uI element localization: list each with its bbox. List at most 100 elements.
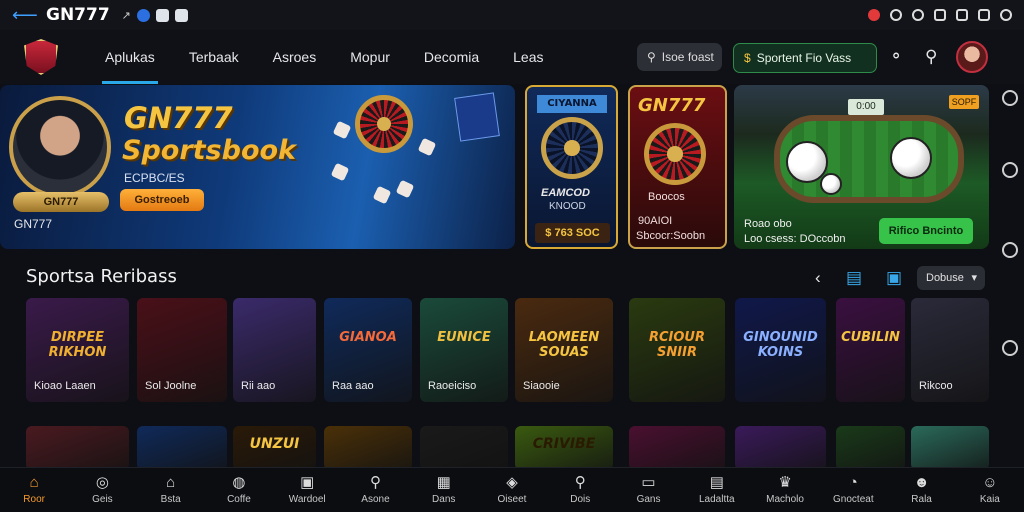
bottom-nav-label: Roor xyxy=(23,494,45,505)
bottom-nav-label: Coffe xyxy=(227,494,251,505)
bottom-nav-item-gnocteat[interactable]: ◔ Gnocteat xyxy=(819,468,887,512)
search-button[interactable]: ⚲ Isoe foast xyxy=(637,43,722,71)
avatar[interactable] xyxy=(956,41,988,73)
game-card[interactable]: EUNICE Raoeiciso xyxy=(420,298,508,402)
bottom-nav-item-coffe[interactable]: ◍ Coffe xyxy=(205,468,273,512)
bottom-nav-item-kaia[interactable]: ☺ Kaia xyxy=(956,468,1024,512)
banner-cta-button[interactable]: Rifico Bncinto xyxy=(879,218,973,244)
bottom-nav-item-rala[interactable]: ☻ Rala xyxy=(887,468,955,512)
tab-terbaak[interactable]: Terbaak xyxy=(176,30,252,84)
system-icons xyxy=(868,9,1012,21)
banner-sportsbook[interactable]: GN777 GN777 GN777 Sportsbook ECPBC/ES Go… xyxy=(0,85,515,249)
battery-icon xyxy=(956,9,968,21)
game-card[interactable]: RCIOUR SNIIR xyxy=(629,298,725,402)
game-subtitle: Rikcoo xyxy=(919,380,953,392)
list-view-icon[interactable]: ▤ xyxy=(846,268,862,288)
side-nav-icon[interactable] xyxy=(1002,242,1018,258)
search-icon: ⚲ xyxy=(369,474,381,491)
banner-football[interactable]: 0:00 SOPF Roao obo Loo csess: DOccobn Ri… xyxy=(734,85,989,249)
sync-icon xyxy=(890,9,902,21)
dollar-icon: $ xyxy=(744,51,751,65)
banner-promo-3[interactable]: GN777 Boocos 90AIOI Sbcocr:Soobn xyxy=(628,85,727,249)
share-icon[interactable]: ⚬ xyxy=(889,47,903,67)
promo-line1: Roao obo xyxy=(744,218,792,230)
grid-view-icon[interactable]: ▣ xyxy=(886,268,902,288)
house-icon: ⌂ xyxy=(166,474,176,491)
bottom-nav-item-dans[interactable]: ▦ Dans xyxy=(410,468,478,512)
banner-cta-button[interactable]: Gostreoeb xyxy=(120,189,204,211)
tab-mopur[interactable]: Mopur xyxy=(337,30,403,84)
game-title: CRIVIBE xyxy=(532,436,596,452)
tab-leas[interactable]: Leas xyxy=(500,30,556,84)
bottom-nav: ⌂ Roor ◎ Geis ⌂ Bsta ◍ Coffe ▣ Wardoel ⚲ Asone ▦ Dans… xyxy=(0,467,1024,512)
bottom-nav-item-roor[interactable]: ⌂ Roor xyxy=(0,468,68,512)
filter-dropdown[interactable]: Dobuse ▾ xyxy=(917,266,985,290)
game-card[interactable]: UNZUI xyxy=(233,426,316,470)
game-card[interactable]: DIRPEE RIKHON Kioao Laaen xyxy=(26,298,129,402)
banner-promo-2[interactable]: CIYANNA EAMCOD KNOOD $ 763 SOC xyxy=(525,85,618,249)
game-title: UNZUI xyxy=(249,436,300,452)
tab-decomia[interactable]: Decomia xyxy=(411,30,492,84)
side-nav-icon[interactable] xyxy=(1002,90,1018,106)
bottom-nav-item-oiseet[interactable]: ◈ Oiseet xyxy=(478,468,546,512)
game-card[interactable] xyxy=(324,426,412,470)
compass-icon: ◍ xyxy=(232,474,246,491)
bottom-nav-item-dois[interactable]: ⚲ Dois xyxy=(546,468,614,512)
dice-icon xyxy=(395,179,415,199)
promo-line3: Sbcocr:Soobn xyxy=(636,230,706,242)
bottom-nav-item-macholo[interactable]: ♛ Macholo xyxy=(751,468,819,512)
game-card[interactable] xyxy=(911,426,989,470)
bottom-nav-item-gans[interactable]: ▭ Gans xyxy=(614,468,682,512)
account-icon: ☺ xyxy=(982,474,998,491)
search-icon[interactable]: ⚲ xyxy=(925,47,937,67)
bottom-nav-item-asone[interactable]: ⚲ Asone xyxy=(341,468,409,512)
bottom-nav-item-geis[interactable]: ◎ Geis xyxy=(68,468,136,512)
search-icon: ⚲ xyxy=(647,50,656,64)
game-card[interactable] xyxy=(420,426,508,470)
card-icon xyxy=(454,92,500,142)
tab-aplukas[interactable]: Aplukas xyxy=(92,30,168,84)
ball-icon: ◎ xyxy=(95,474,109,491)
notification-icons: ↗ xyxy=(121,8,188,22)
game-card[interactable]: Sol Joolne xyxy=(137,298,227,402)
game-title: DIRPEE RIKHON xyxy=(48,330,107,360)
bottom-nav-label: Geis xyxy=(92,494,113,505)
promo-line1: Boocos xyxy=(648,191,685,203)
game-card[interactable]: GIANOA Raa aao xyxy=(324,298,412,402)
game-card[interactable] xyxy=(735,426,826,470)
roulette-wheel-icon xyxy=(644,123,706,185)
game-card[interactable] xyxy=(137,426,227,470)
bottom-nav-item-wardoel[interactable]: ▣ Wardoel xyxy=(273,468,341,512)
screen-icon xyxy=(978,9,990,21)
promo-price: $ 763 SOC xyxy=(535,223,610,243)
game-subtitle: Rii aao xyxy=(241,380,276,392)
app-icon xyxy=(136,8,150,22)
promo-label: CIYANNA xyxy=(537,95,607,113)
game-title: LAOMEEN SOUAS xyxy=(528,330,600,360)
back-arrow-icon[interactable]: ⟵ xyxy=(12,5,38,26)
game-card[interactable]: Rikcoo xyxy=(911,298,989,402)
game-card[interactable]: LAOMEEN SOUAS Siaooie xyxy=(515,298,613,402)
tab-asroes[interactable]: Asroes xyxy=(260,30,330,84)
signal-icon: ↗ xyxy=(121,9,131,22)
game-card[interactable]: CUBILIN xyxy=(836,298,905,402)
brand-logo[interactable] xyxy=(24,39,58,75)
bottom-nav-item-ladaltta[interactable]: ▤ Ladaltta xyxy=(683,468,751,512)
game-card[interactable]: Rii aao xyxy=(233,298,316,402)
game-card[interactable] xyxy=(629,426,725,470)
game-card[interactable]: GINOUNID KOINS xyxy=(735,298,826,402)
share-icon[interactable]: ‹ xyxy=(815,268,821,288)
sports-button[interactable]: $ Sportent Fio Vass xyxy=(733,43,877,73)
game-card[interactable] xyxy=(836,426,905,470)
game-card[interactable]: CRIVIBE xyxy=(515,426,613,470)
side-nav-icon[interactable] xyxy=(1002,162,1018,178)
side-nav-icon[interactable] xyxy=(1002,340,1018,356)
game-title: RCIOUR SNIIR xyxy=(648,330,705,360)
notification-dot-icon xyxy=(868,9,880,21)
game-card[interactable] xyxy=(26,426,129,470)
bottom-nav-item-bsta[interactable]: ⌂ Bsta xyxy=(137,468,205,512)
home-icon: ⌂ xyxy=(29,474,39,491)
search-icon: ⚲ xyxy=(574,474,586,491)
app-title: GN777 xyxy=(46,5,110,25)
promo-line2: Loo csess: DOccobn xyxy=(744,233,846,245)
